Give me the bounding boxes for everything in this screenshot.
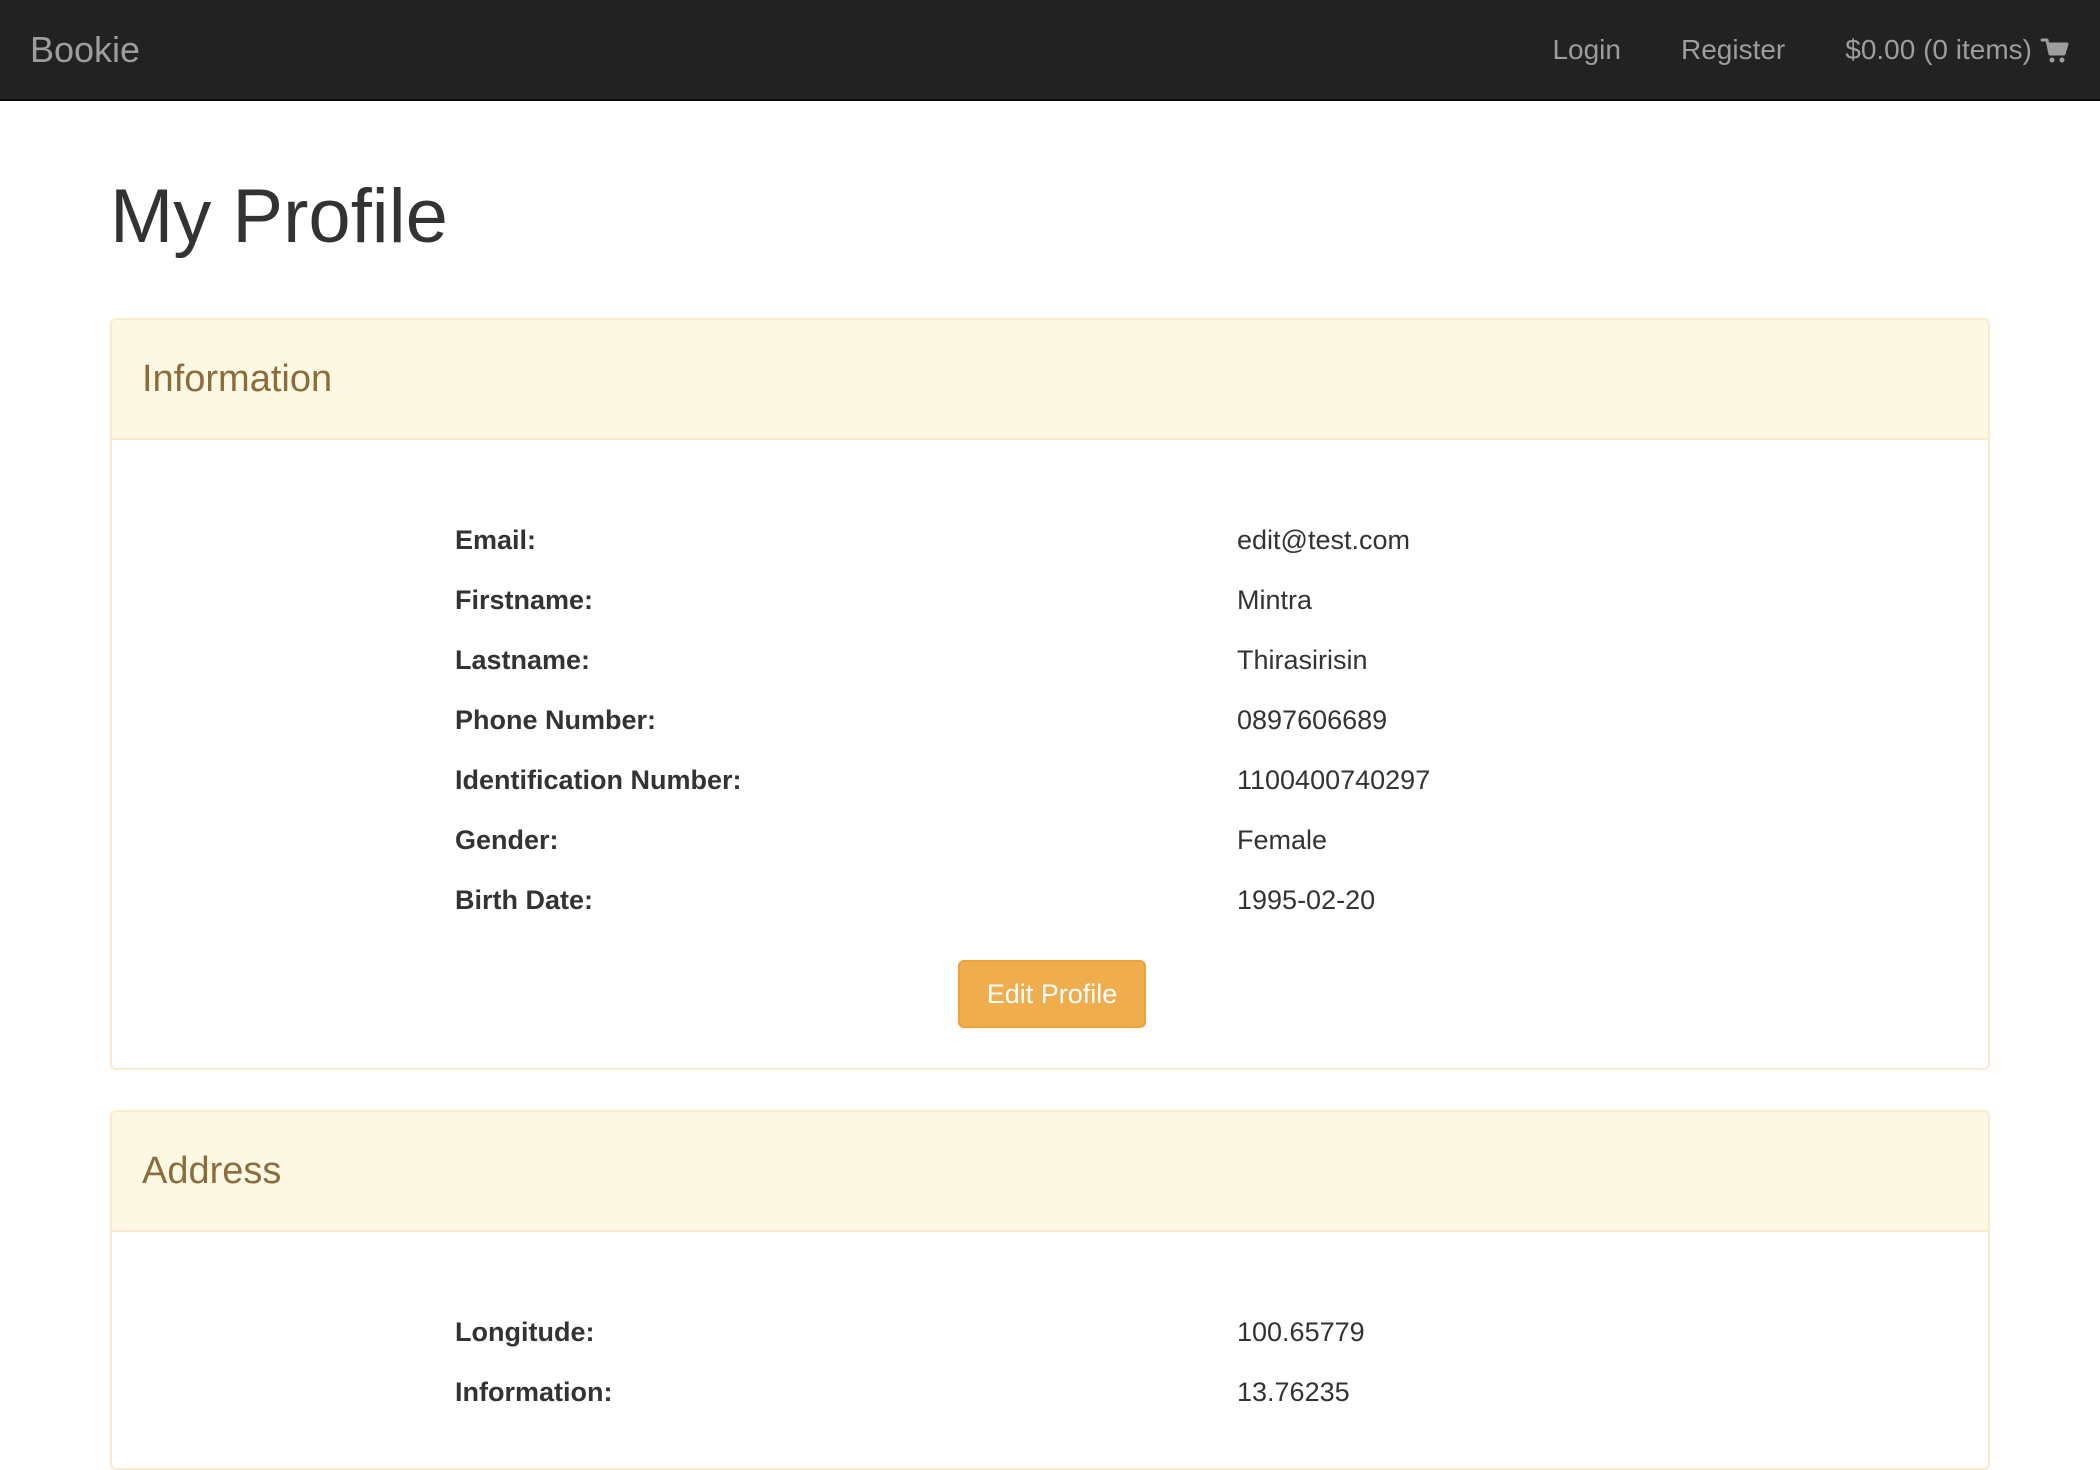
navbar-right: Login Register $0.00 (0 items) xyxy=(1492,28,2070,72)
row-label: Longitude: xyxy=(455,1317,595,1347)
shopping-cart-icon xyxy=(2040,35,2070,65)
row-label: Gender: xyxy=(455,825,559,855)
info-row-email: Email: edit@test.com xyxy=(455,510,1655,570)
row-value: Thirasirisin xyxy=(1237,645,1368,675)
edit-profile-button[interactable]: Edit Profile xyxy=(958,960,1146,1028)
row-label: Email: xyxy=(455,525,537,555)
register-link[interactable]: Register xyxy=(1681,28,1785,72)
navbar: Bookie Login Register $0.00 (0 items) xyxy=(0,0,2100,101)
row-value: 0897606689 xyxy=(1237,705,1388,735)
row-value: 1995-02-20 xyxy=(1237,885,1376,915)
brand-link[interactable]: Bookie xyxy=(30,28,140,72)
information-panel-title: Information xyxy=(142,357,333,400)
information-rows: Email: edit@test.com Firstname: Mintra L… xyxy=(455,510,1655,930)
row-label: Lastname: xyxy=(455,645,591,675)
row-value: 1100400740297 xyxy=(1237,765,1431,795)
login-link[interactable]: Login xyxy=(1552,28,1621,72)
row-label: Firstname: xyxy=(455,585,594,615)
address-rows: Longitude: 100.65779 Information: 13.762… xyxy=(455,1302,1655,1422)
row-label: Information: xyxy=(455,1377,613,1407)
row-value: Mintra xyxy=(1237,585,1313,615)
row-label: Identification Number: xyxy=(455,765,742,795)
cart-link[interactable]: $0.00 (0 items) xyxy=(1845,28,2070,72)
row-label: Phone Number: xyxy=(455,705,657,735)
info-row-gender: Gender: Female xyxy=(455,810,1655,870)
row-value: 100.65779 xyxy=(1237,1317,1365,1347)
info-row-firstname: Firstname: Mintra xyxy=(455,570,1655,630)
information-panel-heading: Information xyxy=(112,320,1988,440)
row-label: Birth Date: xyxy=(455,885,594,915)
info-row-birth-date: Birth Date: 1995-02-20 xyxy=(455,870,1655,930)
address-panel-heading: Address xyxy=(112,1112,1988,1232)
information-panel: Information Email: edit@test.com Firstna… xyxy=(110,318,1990,1070)
row-value: Female xyxy=(1237,825,1328,855)
address-panel: Address Longitude: 100.65779 Information… xyxy=(110,1110,1990,1470)
address-panel-title: Address xyxy=(142,1149,282,1192)
cart-summary: $0.00 (0 items) xyxy=(1845,34,2032,65)
page-title: My Profile xyxy=(110,174,448,259)
row-value: 13.76235 xyxy=(1237,1377,1350,1407)
address-row-information: Information: 13.76235 xyxy=(455,1362,1655,1422)
info-row-phone: Phone Number: 0897606689 xyxy=(455,690,1655,750)
info-row-identification: Identification Number: 1100400740297 xyxy=(455,750,1655,810)
info-row-lastname: Lastname: Thirasirisin xyxy=(455,630,1655,690)
row-value: edit@test.com xyxy=(1237,525,1410,555)
address-row-longitude: Longitude: 100.65779 xyxy=(455,1302,1655,1362)
